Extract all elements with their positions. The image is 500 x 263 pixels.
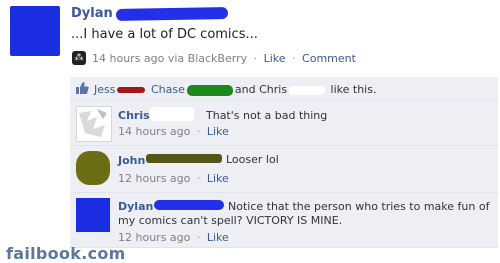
redaction-scribble — [289, 85, 326, 95]
comment-text: Notice that the person who tries to make… — [118, 200, 490, 227]
comment-timestamp[interactable]: 12 hours ago — [118, 172, 190, 185]
redaction-scribble — [117, 87, 146, 93]
post-meta: 14 hours ago via BlackBerry · Like · Com… — [92, 52, 356, 65]
thumbs-up-icon — [76, 82, 89, 94]
separator: · — [196, 231, 201, 244]
blackberry-icon: ⁂ — [72, 51, 86, 65]
likes-suffix: like this. — [330, 83, 377, 96]
comment-avatar[interactable] — [76, 151, 110, 185]
comment-like-link[interactable]: Like — [207, 125, 229, 138]
redaction-scribble — [186, 84, 233, 96]
comment-text: That's not a bad thing — [206, 109, 328, 122]
avatar-image — [77, 107, 111, 141]
post-text: ...I have a lot of DC comics... — [71, 27, 258, 42]
separator: · — [292, 52, 296, 65]
commenter-name-link[interactable]: John — [118, 154, 145, 167]
comment: John Looser lol 12 hours ago · Like — [70, 146, 498, 193]
failbook-watermark: failbook.com — [6, 244, 126, 263]
comment-avatar[interactable] — [76, 106, 112, 142]
comment: Dylan Notice that the person who tries t… — [70, 193, 498, 248]
comment-timestamp[interactable]: 14 hours ago — [118, 125, 190, 138]
liker-link[interactable]: Chase — [151, 83, 185, 96]
post-timestamp[interactable]: 14 hours ago via BlackBerry — [92, 52, 247, 65]
like-link[interactable]: Like — [264, 52, 286, 65]
comment-timestamp[interactable]: 12 hours ago — [118, 231, 190, 244]
separator: · — [196, 172, 201, 185]
comment-meta: 12 hours ago · Like — [118, 231, 229, 244]
comment-like-link[interactable]: Like — [207, 172, 229, 185]
redaction-scribble — [146, 154, 222, 163]
avatar[interactable] — [10, 6, 60, 56]
separator: · — [196, 125, 201, 138]
comment-link[interactable]: Comment — [302, 52, 356, 65]
separator: · — [253, 52, 258, 65]
redaction-scribble — [150, 107, 194, 121]
likes-and-text: and Chris — [234, 83, 288, 96]
poster-name-link[interactable]: Dylan — [71, 6, 113, 21]
comment-text: Looser lol — [226, 153, 279, 166]
comment-meta: 14 hours ago · Like — [118, 125, 229, 138]
liker-link[interactable]: Jess — [94, 83, 115, 96]
redaction-scribble — [115, 7, 229, 21]
commenter-name-link[interactable]: Chris — [118, 109, 150, 122]
comment-avatar[interactable] — [76, 198, 110, 232]
comment-like-link[interactable]: Like — [207, 231, 229, 244]
comment: Chris That's not a bad thing 14 hours ag… — [70, 101, 498, 146]
likes-text: Jess Chase and Chris like this. — [94, 83, 376, 96]
comment-meta: 12 hours ago · Like — [118, 172, 229, 185]
